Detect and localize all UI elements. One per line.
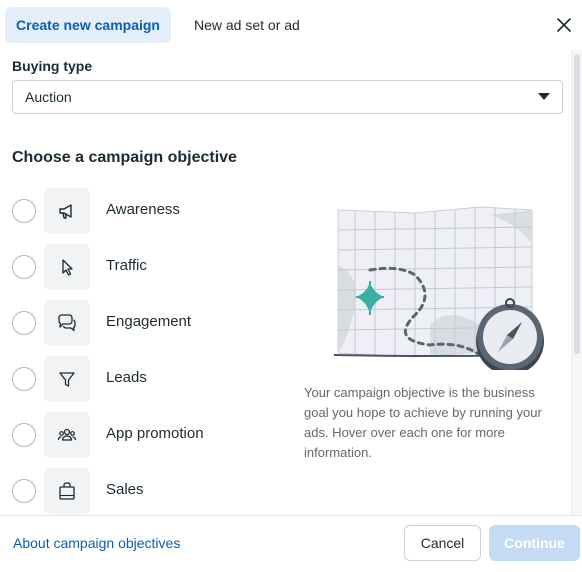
objective-label: Sales: [106, 481, 144, 498]
objective-label: Engagement: [106, 313, 192, 330]
tab-create-new-campaign[interactable]: Create new campaign: [5, 7, 171, 43]
cancel-button[interactable]: Cancel: [404, 525, 481, 561]
objective-info-text: Your campaign objective is the business …: [304, 385, 542, 460]
buying-type-value: Auction: [25, 89, 72, 105]
icon-tile: [44, 412, 90, 458]
objective-panel: Buying type Auction Choose a campaign ob…: [0, 50, 572, 515]
chevron-down-icon: [538, 93, 550, 100]
people-icon: [57, 428, 77, 441]
icon-tile: [44, 356, 90, 402]
buying-type-select[interactable]: Auction: [12, 80, 563, 114]
objective-label: Traffic: [106, 257, 147, 274]
close-icon: [557, 18, 571, 32]
close-button[interactable]: [552, 13, 576, 37]
objective-label: App promotion: [106, 425, 204, 442]
scrollbar[interactable]: [571, 50, 582, 515]
dialog-footer: About campaign objectives Cancel Continu…: [0, 515, 582, 572]
tab-new-ad-set-or-ad[interactable]: New ad set or ad: [184, 7, 310, 43]
chat-bubbles-icon: [58, 314, 76, 332]
icon-tile: [44, 244, 90, 290]
icon-tile: [44, 468, 90, 514]
radio-traffic[interactable]: [12, 255, 36, 279]
cursor-icon: [62, 259, 73, 276]
objective-option-awareness[interactable]: Awareness: [0, 187, 300, 235]
radio-engagement[interactable]: [12, 311, 36, 335]
objective-option-engagement[interactable]: Engagement: [0, 299, 300, 347]
radio-leads[interactable]: [12, 367, 36, 391]
tab-bar: Create new campaign New ad set or ad: [0, 0, 582, 50]
megaphone-icon: [59, 204, 72, 219]
icon-tile: [44, 300, 90, 346]
objective-option-leads[interactable]: Leads: [0, 355, 300, 403]
objective-heading: Choose a campaign objective: [12, 149, 237, 166]
buying-type-label: Buying type: [12, 58, 93, 74]
funnel-icon: [59, 372, 75, 387]
map-illustration: [330, 205, 550, 375]
objective-option-app-promotion[interactable]: App promotion: [0, 411, 300, 459]
scrollbar-thumb[interactable]: [574, 54, 580, 354]
objective-label: Leads: [106, 369, 147, 386]
radio-sales[interactable]: [12, 479, 36, 503]
icon-tile: [44, 188, 90, 234]
objective-label: Awareness: [106, 201, 180, 218]
objective-option-sales[interactable]: Sales: [0, 467, 300, 515]
shopping-bag-icon: [59, 482, 75, 500]
objective-option-traffic[interactable]: Traffic: [0, 243, 300, 291]
radio-awareness[interactable]: [12, 199, 36, 223]
radio-app-promotion[interactable]: [12, 423, 36, 447]
about-campaign-objectives-link[interactable]: About campaign objectives: [13, 535, 180, 551]
continue-button[interactable]: Continue: [489, 525, 580, 561]
